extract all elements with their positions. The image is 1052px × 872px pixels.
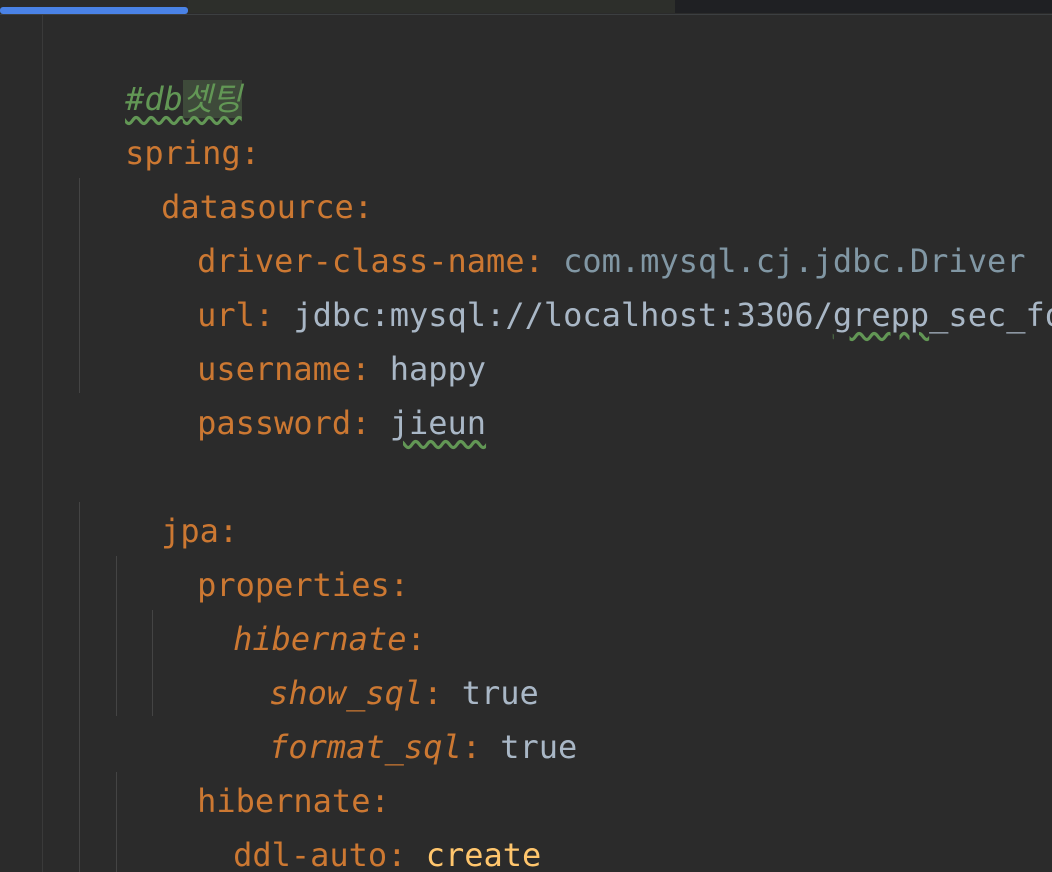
spelling-warning: grepp: [832, 296, 930, 334]
code-line[interactable]: #db셋팅: [48, 18, 242, 118]
yaml-value: _sec_form: [929, 296, 1052, 334]
code-line[interactable]: username: happy: [120, 288, 486, 388]
tab-strip-empty: [675, 0, 1052, 13]
yaml-value: true: [500, 728, 578, 766]
code-line[interactable]: ddl-auto: create: [156, 774, 541, 872]
yaml-colon: :: [351, 404, 371, 442]
code-line[interactable]: url: jdbc:mysql://localhost:3306/grepp_s…: [120, 234, 1052, 334]
tab-strip: [188, 0, 675, 13]
code-line[interactable]: spring:: [48, 72, 260, 172]
yaml-colon: :: [387, 836, 407, 872]
yaml-value: create: [425, 836, 542, 872]
indent-guide: [79, 502, 80, 872]
yaml-colon: :: [461, 728, 481, 766]
yaml-value: jieun: [389, 404, 487, 442]
code-line[interactable]: datasource:: [84, 126, 373, 226]
code-line[interactable]: show_sql: true: [192, 612, 539, 712]
gutter-border: [42, 15, 43, 872]
code-line[interactable]: hibernate:: [120, 720, 390, 820]
divider: [0, 14, 1052, 15]
code-editor[interactable]: #db셋팅 spring: datasource: driver-class-n…: [0, 0, 1052, 872]
code-line[interactable]: password: jieun: [120, 342, 486, 442]
progress-indicator: [0, 7, 188, 14]
code-line[interactable]: hibernate:: [156, 558, 426, 658]
code-line[interactable]: format_sql: true: [192, 666, 577, 766]
yaml-key: password: [197, 404, 352, 442]
yaml-key: ddl-auto: [233, 836, 388, 872]
code-line[interactable]: properties:: [120, 504, 409, 604]
indent-guide: [116, 772, 117, 872]
code-line[interactable]: jpa:: [84, 450, 238, 550]
code-line[interactable]: driver-class-name: com.mysql.cj.jdbc.Dri…: [120, 180, 1025, 280]
